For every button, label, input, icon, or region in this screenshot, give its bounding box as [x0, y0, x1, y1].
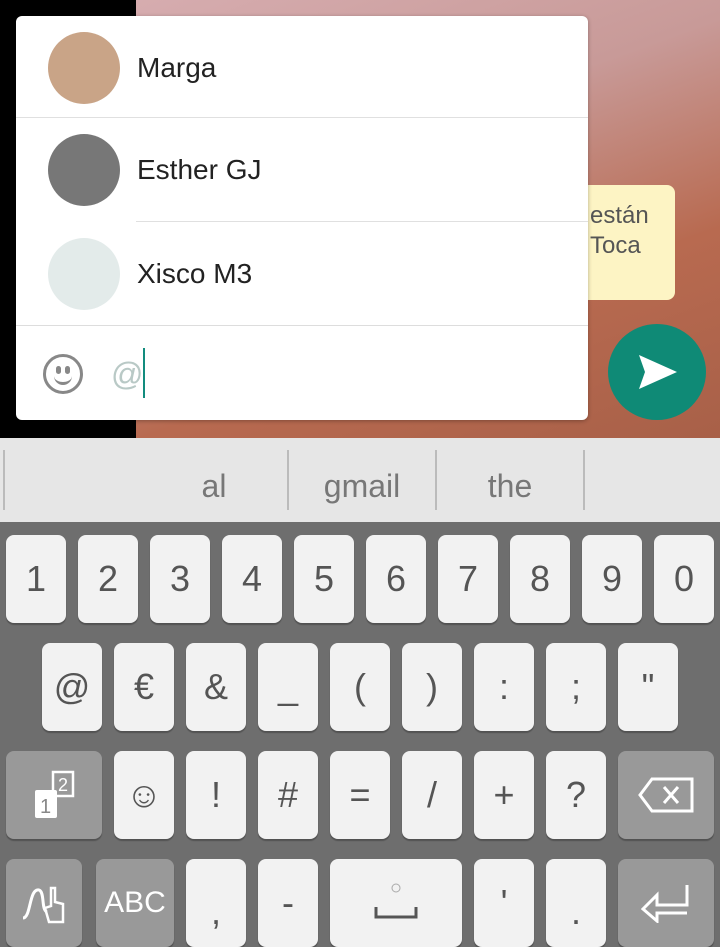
contact-name: Xisco M3 — [137, 258, 253, 289]
divider — [583, 450, 585, 510]
abc-key[interactable]: ABC — [96, 859, 174, 947]
key-label: ? — [565, 774, 587, 815]
backspace-key[interactable] — [618, 751, 714, 839]
svg-text:2: 2 — [58, 775, 68, 795]
key[interactable]: : — [474, 643, 534, 731]
key-label: / — [426, 774, 437, 815]
mention-item[interactable]: Xisco M3 — [16, 222, 588, 326]
message-input-row: @ — [16, 325, 588, 420]
key-label: 8 — [529, 558, 551, 599]
key[interactable]: 7 — [438, 535, 498, 623]
key-label: ☺ — [125, 774, 163, 815]
svg-text:1: 1 — [40, 796, 51, 818]
key[interactable]: . — [546, 859, 606, 947]
key-label: € — [133, 666, 155, 707]
suggestion[interactable]: al — [140, 438, 288, 522]
key[interactable]: + — [474, 751, 534, 839]
key[interactable]: 1 — [6, 535, 66, 623]
key[interactable]: ( — [330, 643, 390, 731]
key[interactable]: - — [258, 859, 318, 947]
enter-icon — [641, 885, 689, 923]
mention-popup: Marga Esther GJ Xisco M3 @ — [16, 16, 588, 420]
avatar — [48, 32, 120, 104]
message-input[interactable]: @ — [111, 356, 143, 393]
suggestion[interactable]: the — [436, 438, 584, 522]
gesture-hand-icon — [22, 886, 65, 924]
key[interactable]: 8 — [510, 535, 570, 623]
key[interactable]: ' — [474, 859, 534, 947]
key[interactable]: 9 — [582, 535, 642, 623]
message-text-line: Toca — [590, 232, 641, 259]
gesture-typing-key[interactable] — [6, 859, 82, 947]
key[interactable]: _ — [258, 643, 318, 731]
key-label: ' — [500, 882, 508, 923]
key-label: - — [282, 882, 294, 923]
key-label: ( — [354, 666, 366, 707]
key[interactable]: / — [402, 751, 462, 839]
avatar — [48, 134, 120, 206]
key-label: & — [203, 666, 228, 707]
mention-item[interactable]: Esther GJ — [16, 118, 588, 222]
key[interactable]: 0 — [654, 535, 714, 623]
divider — [3, 450, 5, 510]
key[interactable]: & — [186, 643, 246, 731]
key[interactable]: 3 — [150, 535, 210, 623]
key-label: + — [493, 774, 515, 815]
key-label: . — [570, 891, 581, 932]
send-icon — [639, 355, 677, 389]
message-text-line: están — [590, 202, 649, 229]
key[interactable]: 2 — [78, 535, 138, 623]
key-label: # — [277, 774, 299, 815]
key[interactable]: ☺ — [114, 751, 174, 839]
key[interactable]: @ — [42, 643, 102, 731]
key-label: 9 — [601, 558, 623, 599]
key[interactable]: ? — [546, 751, 606, 839]
key-label: 4 — [241, 558, 263, 599]
key[interactable]: # — [258, 751, 318, 839]
key-label: _ — [277, 666, 299, 707]
key[interactable]: , — [186, 859, 246, 947]
key-label: ! — [210, 774, 221, 815]
key[interactable]: ) — [402, 643, 462, 731]
send-button[interactable] — [608, 324, 706, 420]
key-label: ; — [570, 666, 581, 707]
key-label: 1 — [25, 558, 47, 599]
key-label: 2 — [97, 558, 119, 599]
text-caret — [143, 348, 145, 398]
key[interactable]: = — [330, 751, 390, 839]
key[interactable]: ; — [546, 643, 606, 731]
space-icon — [374, 883, 418, 919]
key-label: , — [210, 891, 221, 932]
key-label: " — [641, 666, 655, 707]
key-label: 7 — [457, 558, 479, 599]
page-switch-icon: 21 — [35, 770, 75, 818]
suggestion-bar: al gmail the — [0, 438, 720, 522]
space-key[interactable] — [330, 859, 462, 947]
abc-label: ABC — [104, 886, 166, 919]
key[interactable]: 6 — [366, 535, 426, 623]
key[interactable]: ! — [186, 751, 246, 839]
key-label: ) — [426, 666, 438, 707]
key-label: @ — [53, 666, 91, 707]
mention-item[interactable]: Marga — [16, 16, 588, 120]
key-label: : — [498, 666, 509, 707]
symbols-page-key[interactable]: 21 — [6, 751, 102, 839]
backspace-icon — [638, 777, 694, 813]
key-label: 0 — [673, 558, 695, 599]
key[interactable]: € — [114, 643, 174, 731]
smiley-icon[interactable] — [43, 354, 83, 394]
key-label: 3 — [169, 558, 191, 599]
contact-name: Marga — [137, 52, 217, 83]
key-label: 6 — [385, 558, 407, 599]
key[interactable]: 4 — [222, 535, 282, 623]
avatar — [48, 238, 120, 310]
enter-key[interactable] — [618, 859, 714, 947]
key-label: = — [349, 774, 371, 815]
key-label: 5 — [313, 558, 335, 599]
key[interactable]: 5 — [294, 535, 354, 623]
suggestion[interactable]: gmail — [288, 438, 436, 522]
key[interactable]: " — [618, 643, 678, 731]
contact-name: Esther GJ — [137, 154, 262, 185]
